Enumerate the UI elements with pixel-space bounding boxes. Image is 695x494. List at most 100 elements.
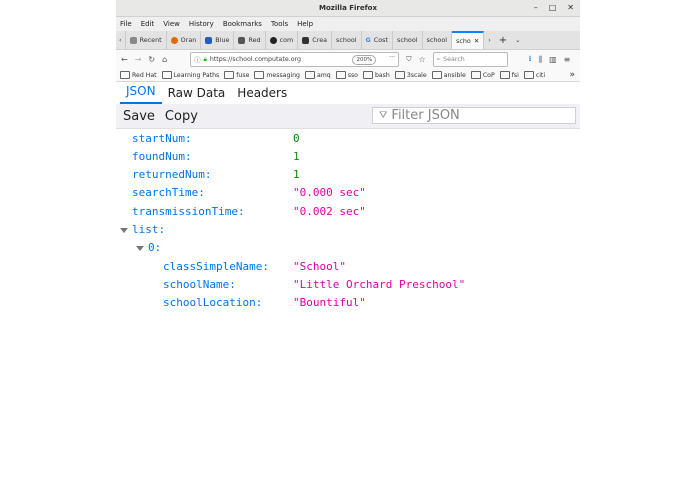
tab-headers[interactable]: Headers [231, 86, 293, 104]
bookmark-fuse[interactable]: fuse [224, 71, 249, 79]
tab-label: com [279, 36, 294, 44]
tab-orange[interactable]: Oran [167, 31, 202, 49]
menu-edit[interactable]: Edit [141, 20, 155, 28]
url-bar[interactable]: ⓘ 🔒︎ https://school.computate.org 200% ·… [190, 52, 400, 67]
tab-scroll-right-icon[interactable]: › [484, 31, 495, 49]
tab-scroll-left-icon[interactable]: ‹ [116, 31, 126, 49]
download-icon[interactable]: ⭳ [529, 53, 532, 67]
bookmark-label: Learning Paths [173, 71, 220, 79]
json-key: searchTime: [132, 186, 205, 199]
bookmark-label: fuse [236, 71, 250, 79]
close-button[interactable]: ✕ [567, 0, 574, 16]
url-text[interactable]: https://school.computate.org [210, 56, 301, 63]
tab-github[interactable]: com [266, 31, 299, 49]
folder-icon [470, 71, 481, 79]
forward-icon[interactable]: → [135, 55, 142, 64]
reload-icon[interactable]: ↻ [148, 55, 155, 64]
pocket-icon[interactable]: ⛉ [406, 55, 411, 64]
menu-tools[interactable]: Tools [271, 20, 288, 28]
nav-bar: ← → ↻ ⌂ ⓘ 🔒︎ https://school.computate.or… [116, 50, 580, 69]
tab-bar: ‹ Recent Oran Blue Red com Crea school G… [116, 31, 580, 50]
menu-help[interactable]: Help [297, 20, 313, 28]
hamburger-menu-icon[interactable]: ≡ [564, 55, 571, 64]
filter-json-input[interactable]: ⛛ Filter JSON [372, 107, 576, 124]
tab-create[interactable]: Crea [298, 31, 333, 49]
tab-blue[interactable]: Blue [201, 31, 235, 49]
bookmarks-overflow-icon[interactable]: » [569, 70, 575, 80]
bookmark-red-hat[interactable]: Red Hat [120, 71, 157, 79]
json-value-returnednum: 1 [293, 168, 300, 181]
bookmark-star-icon[interactable]: ☆ [418, 55, 425, 64]
bookmark-messaging[interactable]: messaging [254, 71, 300, 79]
json-value-schoolname: "Little Orchard Preschool" [293, 278, 466, 291]
bookmark-citi[interactable]: citi [523, 71, 546, 79]
json-row-transmissiontime[interactable]: transmissionTime: [132, 204, 245, 220]
json-row-schoollocation[interactable]: schoolLocation: [163, 295, 262, 311]
bookmark-cop[interactable]: CoP [470, 71, 495, 79]
bookmark-label: citi [535, 71, 546, 79]
bookmark-learning-paths[interactable]: Learning Paths [161, 71, 220, 79]
bookmark-amq[interactable]: amq [304, 71, 331, 79]
new-tab-icon[interactable]: + [495, 31, 511, 49]
library-icon[interactable]: ⫼ [538, 55, 542, 65]
expand-toggle-icon[interactable] [120, 227, 128, 233]
tab-school-active[interactable]: scho ✕ [452, 31, 485, 49]
json-row-schoolname[interactable]: schoolName: [163, 277, 236, 293]
home-icon[interactable]: ⌂ [162, 55, 167, 64]
copy-button[interactable]: Copy [162, 109, 201, 124]
tab-school-2[interactable]: school [393, 31, 423, 49]
menu-view[interactable]: View [163, 20, 180, 28]
json-key: schoolName: [163, 278, 236, 291]
folder-icon [254, 71, 265, 79]
search-box[interactable]: ⌕ Search [432, 52, 508, 67]
json-value-foundnum: 1 [293, 150, 300, 163]
folder-icon [120, 71, 130, 79]
json-row-item-0[interactable]: 0: [136, 240, 161, 256]
menu-history[interactable]: History [189, 20, 214, 28]
search-icon: ⌕ [436, 55, 441, 63]
json-row-list[interactable]: list: [120, 222, 165, 238]
info-icon[interactable]: ⓘ [194, 55, 200, 64]
json-row-classsimplename[interactable]: classSimpleName: [163, 259, 269, 275]
json-row-searchtime[interactable]: searchTime: [132, 185, 205, 201]
bookmark-label: ansible [443, 71, 466, 79]
tab-school-3[interactable]: school [423, 31, 453, 49]
folder-icon [362, 71, 373, 79]
json-row-returnednum[interactable]: returnedNum: [132, 167, 211, 183]
json-value-classsimplename: "School" [293, 260, 346, 273]
sidebar-icon[interactable]: ▥ [549, 55, 557, 64]
json-row-foundnum[interactable]: foundNum: [132, 149, 192, 165]
bookmark-sso[interactable]: sso [335, 71, 358, 79]
folder-icon [394, 71, 405, 79]
lock-icon: 🔒︎ [203, 55, 207, 63]
minimize-button[interactable]: – [534, 0, 538, 16]
tab-cost[interactable]: G Cost [362, 31, 394, 49]
back-icon[interactable]: ← [121, 55, 128, 64]
page-actions-icon[interactable]: ··· [389, 54, 395, 61]
tab-list-icon[interactable]: ⌄ [511, 31, 524, 49]
orange-icon [170, 36, 178, 44]
zoom-badge[interactable]: 200% [352, 55, 377, 65]
expand-toggle-icon[interactable] [136, 245, 144, 251]
tab-json[interactable]: JSON [120, 84, 162, 104]
json-row-startnum[interactable]: startNum: [132, 131, 192, 147]
close-tab-icon[interactable]: ✕ [474, 37, 479, 45]
red-icon [238, 36, 246, 44]
maximize-button[interactable]: □ [549, 0, 557, 16]
bookmark-3scale[interactable]: 3scale [394, 71, 427, 79]
json-viewer-tabs: JSON Raw Data Headers [116, 82, 580, 104]
folder-icon [224, 71, 235, 79]
tab-raw-data[interactable]: Raw Data [162, 86, 232, 104]
menu-bookmarks[interactable]: Bookmarks [223, 20, 262, 28]
save-button[interactable]: Save [120, 109, 158, 124]
menu-bar: File Edit View History Bookmarks Tools H… [116, 17, 580, 31]
tab-red[interactable]: Red [234, 31, 266, 49]
tab-school-1[interactable]: school [332, 31, 362, 49]
bookmark-fsi[interactable]: fsi [499, 71, 519, 79]
bookmark-ansible[interactable]: ansible [431, 71, 466, 79]
bookmark-bash[interactable]: bash [362, 71, 390, 79]
search-placeholder: Search [443, 56, 465, 63]
menu-file[interactable]: File [120, 20, 132, 28]
tab-recent[interactable]: Recent [126, 31, 167, 49]
json-key: startNum: [132, 132, 192, 145]
